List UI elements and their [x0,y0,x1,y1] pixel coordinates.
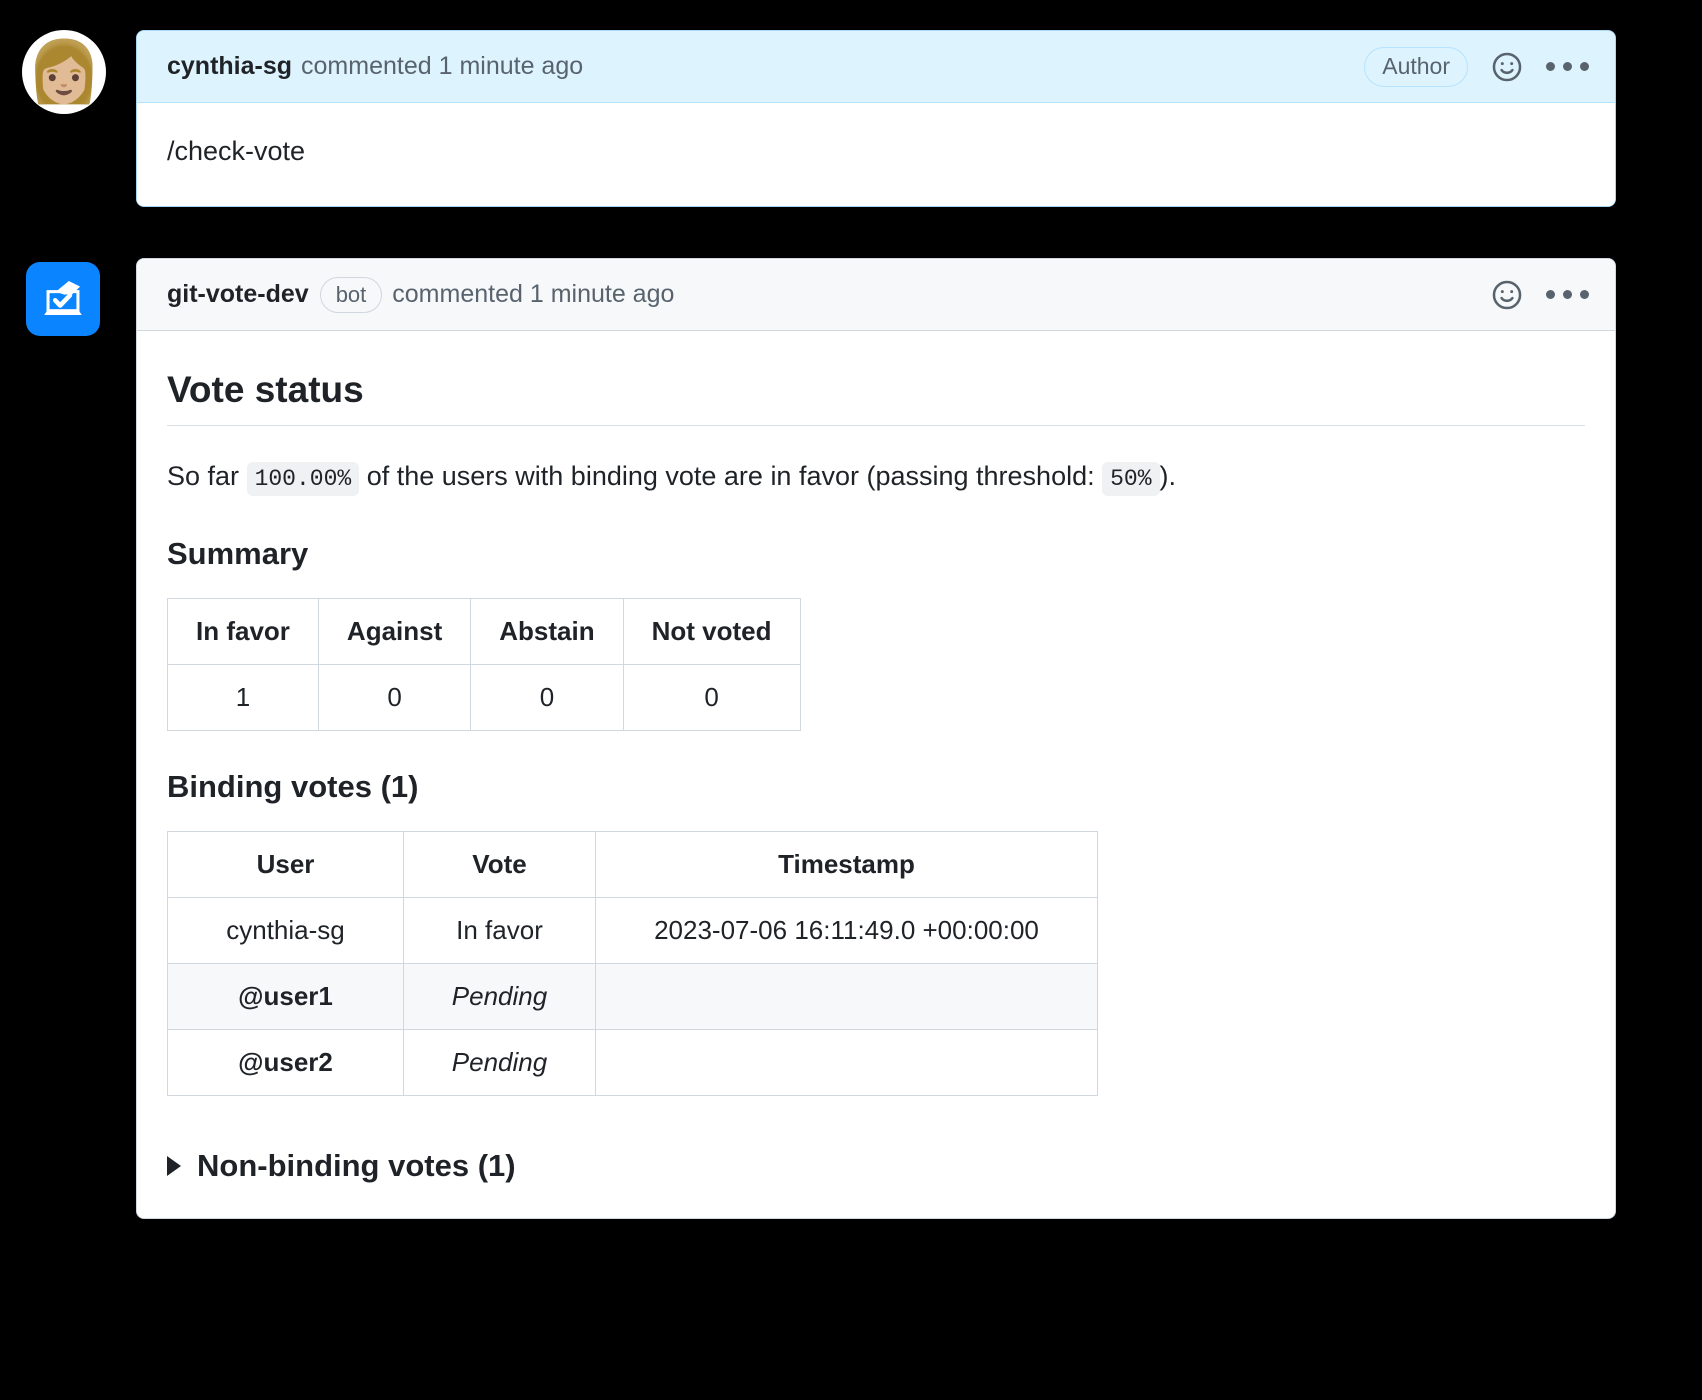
column-header-timestamp: Timestamp [595,830,1098,898]
table-row: 1 0 0 0 [167,663,801,731]
status-badge-author: Author [1364,46,1468,87]
table-row: @user2 Pending [167,1028,1098,1096]
column-header-in-favor: In favor [167,597,319,665]
comment-timestamp: commented 1 minute ago [392,280,675,308]
non-binding-votes-disclosure[interactable]: Non-binding votes (1) [167,1148,1585,1184]
cell-abstain-count: 0 [470,663,624,731]
cell-vote: Pending [403,1028,596,1096]
percentage-value: 100.00% [246,462,360,496]
chevron-right-icon [167,1155,181,1176]
kebab-dot [1546,290,1555,299]
comment-text: /check-vote [167,136,306,166]
column-header-vote: Vote [403,830,596,898]
non-binding-votes-label: Non-binding votes (1) [197,1147,516,1183]
column-header-abstain: Abstain [470,597,624,665]
cell-against-count: 0 [317,663,472,731]
avatar-glyph: 👩🏼 [26,38,102,105]
comment-box-bot: git-vote-dev bot commented 1 minute ago [136,258,1616,1219]
cell-user: @user1 [167,962,404,1030]
comment-author-link[interactable]: git-vote-dev [167,280,309,309]
cell-not-voted-count: 0 [622,663,801,731]
cell-timestamp: 2023-07-06 16:11:49.0 +00:00:00 [595,896,1098,964]
comment-user: 👩🏼 cynthia-sg commented 1 minute ago Aut… [22,30,1616,207]
summary-heading: Summary [167,535,309,571]
column-header-not-voted: Not voted [622,597,801,665]
kebab-dot [1580,290,1589,299]
smiley-icon[interactable] [1490,50,1524,84]
kebab-dot [1580,62,1589,71]
comment-body-user: /check-vote [137,103,1615,206]
table-row: @user1 Pending [167,962,1098,1030]
cell-user: @user2 [167,1028,404,1096]
kebab-dot [1563,62,1572,71]
comment-box-user: cynthia-sg commented 1 minute ago Author [136,30,1616,207]
kebab-menu-icon[interactable] [1546,290,1589,299]
avatar-git-vote-dev[interactable] [22,258,106,342]
cell-in-favor-count: 1 [167,663,319,731]
column-header-user: User [167,830,404,898]
intro-suffix: ). [1159,461,1177,491]
intro-middle: of the users with binding vote are in fa… [366,461,1095,491]
intro-prefix: So far [167,461,240,491]
comment-bot: git-vote-dev bot commented 1 minute ago [22,258,1616,1219]
cell-timestamp [595,1028,1098,1096]
cell-vote: Pending [403,962,596,1030]
comment-author-link[interactable]: cynthia-sg [167,52,292,81]
binding-votes-table: User Vote Timestamp cynthia-sg In favor … [167,830,1098,1096]
comment-body-bot: Vote status So far 100.00% of the users … [137,331,1615,1218]
comment-timestamp: commented 1 minute ago [301,52,584,80]
comment-pointer-fill [137,61,138,85]
woman-avatar-icon: 👩🏼 [22,30,106,114]
status-badge-bot: bot [319,276,383,313]
kebab-dot [1563,290,1572,299]
table-row: cynthia-sg In favor 2023-07-06 16:11:49.… [167,896,1098,964]
comment-header-bot: git-vote-dev bot commented 1 minute ago [137,259,1615,331]
column-header-against: Against [317,597,472,665]
binding-votes-heading: Binding votes (1) [167,768,419,804]
page-root: 👩🏼 cynthia-sg commented 1 minute ago Aut… [0,0,1702,1400]
comment-pointer-fill [137,289,138,313]
cell-timestamp [595,962,1098,1030]
cell-user: cynthia-sg [167,896,404,964]
summary-table: In favor Against Abstain Not voted 1 0 0… [167,597,801,731]
kebab-menu-icon[interactable] [1546,62,1589,71]
table-header-row: In favor Against Abstain Not voted [167,597,801,665]
vote-status-summary-sentence: So far 100.00% of the users with binding… [167,456,1585,498]
threshold-value: 50% [1102,462,1160,496]
table-header-row: User Vote Timestamp [167,830,1098,898]
avatar-cynthia-sg[interactable]: 👩🏼 [22,30,106,114]
comment-header-user: cynthia-sg commented 1 minute ago Author [137,31,1615,103]
smiley-icon[interactable] [1490,278,1524,312]
kebab-dot [1546,62,1555,71]
cell-vote: In favor [403,896,596,964]
page-title: Vote status [167,369,1585,426]
ballot-box-icon [26,262,100,336]
